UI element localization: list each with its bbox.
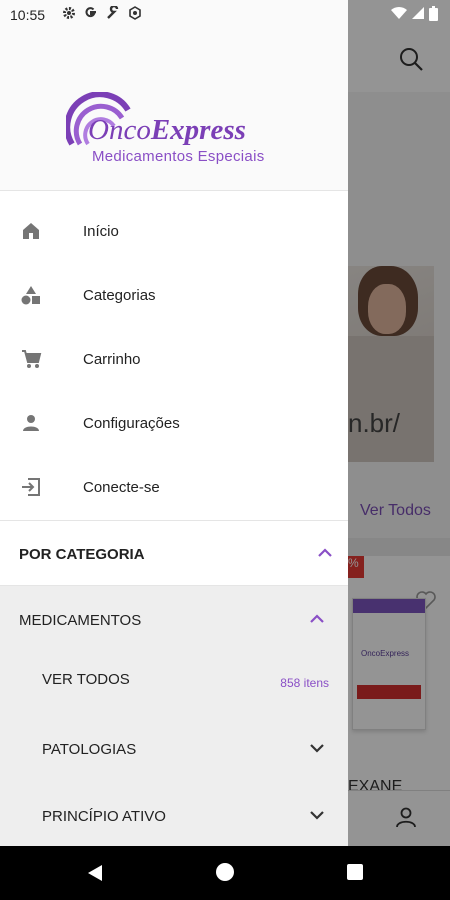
home-icon xyxy=(20,220,42,242)
chevron-down-icon xyxy=(310,811,324,820)
battery-icon xyxy=(429,6,438,21)
chevron-up-icon xyxy=(310,614,324,623)
wifi-icon xyxy=(391,6,407,20)
logo-subtitle: Medicamentos Especiais xyxy=(92,148,265,165)
logo-word-light: Onco xyxy=(88,114,151,146)
status-time: 10:55 xyxy=(10,7,46,23)
menu-item-configuracoes[interactable]: Configurações xyxy=(0,392,348,456)
menu-item-label: Início xyxy=(83,223,119,240)
cart-icon xyxy=(20,348,42,370)
menu-item-categorias[interactable]: Categorias xyxy=(0,264,348,328)
item-count: 858 itens xyxy=(280,676,329,690)
oncoexpress-logo: OncoExpress Medicamentos Especiais xyxy=(66,88,296,172)
logo-word-bold: Express xyxy=(150,114,246,146)
by-category-title: POR CATEGORIA xyxy=(19,546,145,563)
subcategory-label: PATOLOGIAS xyxy=(42,741,137,758)
medicamentos-title: MEDICAMENTOS xyxy=(19,612,142,629)
logo-wordmark: OncoExpress xyxy=(88,114,246,147)
back-icon[interactable] xyxy=(86,863,104,883)
subcategory-label: PRINCÍPIO ATIVO xyxy=(42,808,166,825)
menu-item-inicio[interactable]: Início xyxy=(0,200,348,264)
google-icon xyxy=(85,7,96,18)
subcategory-patologias[interactable]: PATOLOGIAS xyxy=(0,720,348,784)
medicamentos-group-header[interactable]: MEDICAMENTOS xyxy=(0,586,348,650)
menu-item-label: Configurações xyxy=(83,415,180,432)
gear-icon xyxy=(129,6,141,20)
subcategory-ver-todos[interactable]: VER TODOS 858 itens xyxy=(0,650,348,714)
menu-item-label: Carrinho xyxy=(83,351,141,368)
categories-icon xyxy=(20,284,42,306)
menu-item-label: Conecte-se xyxy=(83,479,160,496)
category-list: MEDICAMENTOS VER TODOS 858 itens PATOLOG… xyxy=(0,586,348,846)
subcategory-principio-ativo[interactable]: PRINCÍPIO ATIVO xyxy=(0,786,348,850)
subcategory-label: VER TODOS xyxy=(42,671,130,688)
by-category-header[interactable]: POR CATEGORIA xyxy=(0,520,348,586)
navigation-drawer: OncoExpress Medicamentos Especiais Iníci… xyxy=(0,0,348,846)
menu-item-conecte-se[interactable]: Conecte-se xyxy=(0,456,348,520)
home-button-icon[interactable] xyxy=(216,863,234,881)
signal-icon xyxy=(412,7,424,19)
person-icon xyxy=(20,412,42,434)
settings-icon xyxy=(63,7,75,19)
login-icon xyxy=(20,476,42,498)
recents-icon[interactable] xyxy=(347,864,363,880)
menu-item-label: Categorias xyxy=(83,287,156,304)
status-bar: 10:55 xyxy=(0,0,450,30)
wrench-icon xyxy=(107,6,119,19)
system-icons xyxy=(391,6,438,21)
menu-item-carrinho[interactable]: Carrinho xyxy=(0,328,348,392)
chevron-down-icon xyxy=(310,744,324,753)
system-nav-bar xyxy=(0,846,450,900)
chevron-up-icon xyxy=(318,548,332,557)
notification-icons xyxy=(62,6,142,20)
